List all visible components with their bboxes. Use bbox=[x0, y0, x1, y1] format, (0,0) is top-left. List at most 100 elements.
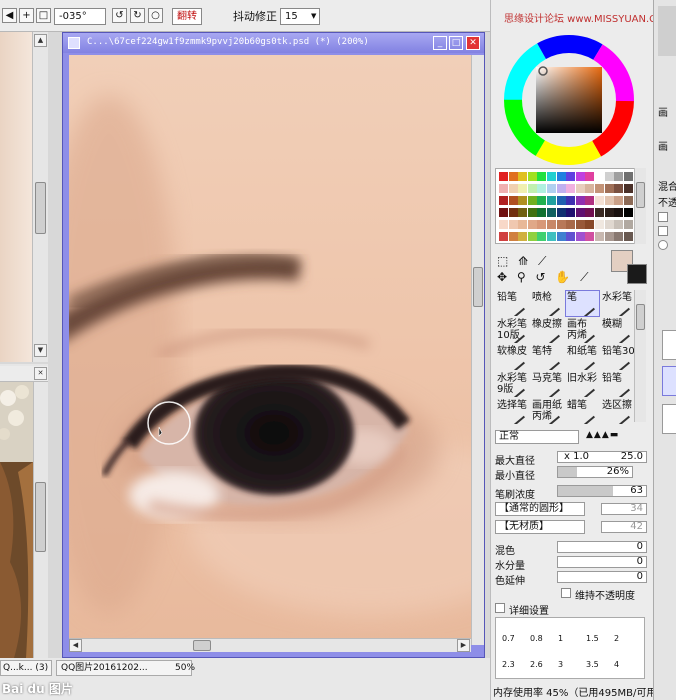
view-tools[interactable]: ✥ ⚲ ↺ ✋ ⟋ bbox=[497, 270, 592, 285]
layer-option-checkbox[interactable] bbox=[658, 212, 668, 222]
maximize-icon[interactable]: □ bbox=[449, 36, 463, 50]
swatch-scrollbar[interactable] bbox=[634, 168, 646, 244]
brush-tool-6[interactable]: 画布 丙烯 bbox=[565, 317, 600, 344]
color-swatch[interactable] bbox=[604, 172, 614, 181]
size-preset[interactable]: 2.6 bbox=[530, 660, 543, 669]
swatch-grid[interactable] bbox=[495, 168, 635, 244]
mix-slider[interactable]: 0 bbox=[557, 541, 647, 553]
brush-tool-14[interactable]: 旧水彩 bbox=[565, 371, 600, 398]
size-preset[interactable]: 1.5 bbox=[586, 634, 599, 643]
scroll-up-arrow-icon[interactable]: ▲ bbox=[34, 34, 47, 47]
size-preset[interactable]: 3.5 bbox=[586, 660, 599, 669]
brush-tool-11[interactable]: 铅笔30 bbox=[600, 344, 635, 371]
detail-settings-checkbox[interactable] bbox=[495, 603, 505, 613]
brush-shape-icons[interactable]: ▲▲▲▬ bbox=[586, 430, 644, 444]
color-swatch[interactable] bbox=[508, 172, 518, 181]
color-swatch[interactable] bbox=[556, 196, 566, 205]
close-icon[interactable]: ✕ bbox=[34, 367, 47, 380]
color-swatch[interactable] bbox=[527, 196, 537, 205]
brush-texture-select[interactable]: 【无材质】 bbox=[495, 520, 585, 534]
color-swatch[interactable] bbox=[614, 208, 624, 217]
brush-tool-13[interactable]: 马克笔 bbox=[530, 371, 565, 398]
layer-row[interactable] bbox=[662, 404, 676, 434]
brush-tool-9[interactable]: 笔特 bbox=[530, 344, 565, 371]
flip-button[interactable]: 翻转 bbox=[172, 8, 202, 25]
size-preset[interactable]: 1 bbox=[558, 634, 563, 643]
zoom-in-button[interactable]: + bbox=[19, 8, 34, 23]
rotation-angle-field[interactable]: -035° bbox=[54, 8, 106, 25]
water-slider[interactable]: 0 bbox=[557, 556, 647, 568]
brush-tool-8[interactable]: 软橡皮 bbox=[495, 344, 530, 371]
brush-tool-15[interactable]: 铅笔 bbox=[600, 371, 635, 398]
color-swatch[interactable] bbox=[614, 232, 624, 241]
color-swatch[interactable] bbox=[527, 220, 537, 229]
color-swatch[interactable] bbox=[604, 220, 614, 229]
brush-tool-7[interactable]: 模糊 bbox=[600, 317, 635, 344]
color-swatch[interactable] bbox=[566, 196, 576, 205]
scroll-down-arrow-icon[interactable]: ▼ bbox=[34, 344, 47, 357]
max-size-slider[interactable]: x 1.0 25.0 bbox=[557, 451, 647, 463]
chevron-down-icon[interactable]: ▼ bbox=[311, 12, 316, 20]
canvas-titlebar[interactable]: C...\67cef224gw1f9zmmk9pvvj20b60gs0tk.ps… bbox=[63, 33, 484, 53]
color-swatch[interactable] bbox=[537, 208, 547, 217]
color-swatch[interactable] bbox=[604, 196, 614, 205]
color-swatch[interactable] bbox=[575, 208, 585, 217]
color-swatch[interactable] bbox=[547, 208, 556, 217]
color-swatch[interactable] bbox=[499, 184, 508, 193]
selection-tools[interactable]: ⬚ ⟰ ⟋ bbox=[497, 254, 549, 269]
color-swatch[interactable] bbox=[518, 172, 528, 181]
color-swatch[interactable] bbox=[499, 208, 508, 217]
color-swatch[interactable] bbox=[527, 208, 537, 217]
view-reset-button[interactable]: □ bbox=[36, 8, 51, 23]
color-swatch[interactable] bbox=[499, 232, 508, 241]
color-swatch[interactable] bbox=[604, 208, 614, 217]
color-swatch[interactable] bbox=[623, 232, 633, 241]
layer-row-selected[interactable] bbox=[662, 366, 676, 396]
size-preset[interactable]: 2 bbox=[614, 634, 619, 643]
brush-tool-3[interactable]: 水彩笔 bbox=[600, 290, 635, 317]
color-swatch[interactable] bbox=[566, 232, 576, 241]
secondary-color-swatch[interactable] bbox=[627, 264, 647, 284]
blend-mode-select[interactable]: 正常 bbox=[495, 430, 579, 444]
color-swatch[interactable] bbox=[595, 232, 604, 241]
brush-tool-1[interactable]: 喷枪 bbox=[530, 290, 565, 317]
color-swatch[interactable] bbox=[556, 220, 566, 229]
color-swatch[interactable] bbox=[537, 232, 547, 241]
color-swatch[interactable] bbox=[566, 184, 576, 193]
brush-tool-17[interactable]: 画用纸 丙烯 bbox=[530, 398, 565, 425]
color-swatch[interactable] bbox=[518, 220, 528, 229]
color-swatch[interactable] bbox=[547, 196, 556, 205]
painting-canvas[interactable] bbox=[69, 55, 471, 645]
reference-scrollbar[interactable] bbox=[33, 382, 48, 658]
brush-tool-10[interactable]: 和纸笔 bbox=[565, 344, 600, 371]
scroll-thumb[interactable] bbox=[193, 640, 211, 651]
color-swatch[interactable] bbox=[499, 172, 508, 181]
color-swatch[interactable] bbox=[518, 208, 528, 217]
minimize-icon[interactable]: _ bbox=[433, 36, 447, 50]
color-swatch[interactable] bbox=[623, 184, 633, 193]
scroll-right-arrow-icon[interactable]: ▶ bbox=[457, 639, 470, 652]
size-preset[interactable]: 0.8 bbox=[530, 634, 543, 643]
min-size-slider[interactable]: 26% bbox=[557, 466, 633, 478]
color-swatch[interactable] bbox=[604, 232, 614, 241]
color-swatch[interactable] bbox=[585, 220, 595, 229]
color-swatch[interactable] bbox=[556, 184, 566, 193]
canvas-vertical-scrollbar[interactable] bbox=[471, 55, 484, 645]
color-swatch[interactable] bbox=[585, 232, 595, 241]
size-preset[interactable]: 4 bbox=[614, 660, 619, 669]
color-swatch[interactable] bbox=[537, 196, 547, 205]
layer-row[interactable] bbox=[662, 330, 676, 360]
color-swatch[interactable] bbox=[527, 232, 537, 241]
close-icon[interactable]: ✕ bbox=[466, 36, 480, 50]
rotate-cw-button[interactable]: ↻ bbox=[130, 8, 145, 23]
color-swatch[interactable] bbox=[566, 172, 576, 181]
rotate-ccw-button[interactable]: ↺ bbox=[112, 8, 127, 23]
color-swatch[interactable] bbox=[566, 220, 576, 229]
color-swatch[interactable] bbox=[595, 220, 604, 229]
rotate-left-button[interactable]: ◀ bbox=[2, 8, 17, 23]
layer-option-radio[interactable] bbox=[658, 240, 668, 250]
color-swatch[interactable] bbox=[547, 232, 556, 241]
scroll-thumb[interactable] bbox=[35, 182, 46, 234]
color-swatch[interactable] bbox=[537, 220, 547, 229]
doc-tab-2[interactable]: QQ图片20161202... 50% bbox=[56, 660, 195, 676]
